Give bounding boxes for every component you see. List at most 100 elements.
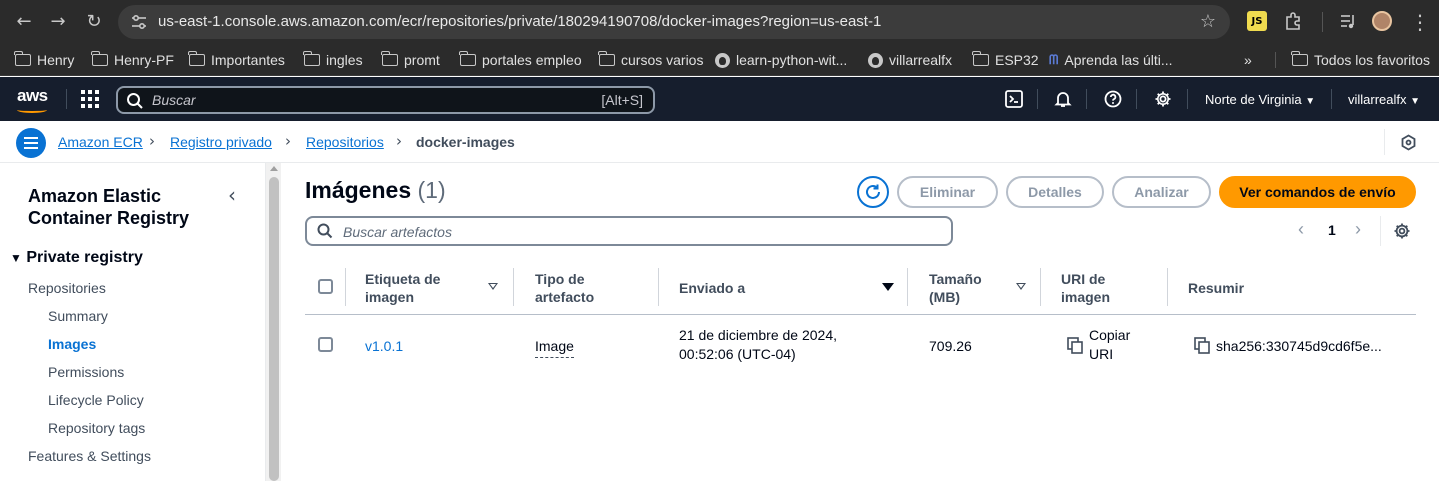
services-grid-icon[interactable] bbox=[81, 90, 99, 108]
refresh-button[interactable] bbox=[857, 176, 889, 208]
reload-icon[interactable]: ↻ bbox=[80, 8, 108, 36]
page-number[interactable]: 1 bbox=[1328, 222, 1336, 238]
bookmark-item[interactable]: villarrealfx bbox=[868, 51, 952, 69]
row-select-checkbox[interactable] bbox=[318, 337, 333, 352]
sort-caret-icon[interactable] bbox=[488, 283, 498, 290]
side-navigation: Amazon Elastic Container Registry ‹ ▼ Pr… bbox=[0, 163, 265, 481]
bookmark-item[interactable]: cursos varios bbox=[598, 51, 703, 69]
forward-icon[interactable]: → bbox=[44, 8, 72, 36]
folder-icon bbox=[381, 51, 398, 66]
column-header-image-tag[interactable]: Etiqueta de imagen bbox=[365, 270, 440, 306]
bookmark-star-icon[interactable]: ☆ bbox=[1200, 11, 1216, 32]
sidebar-title[interactable]: Amazon Elastic Container Registry bbox=[28, 185, 189, 229]
sidebar-item-summary[interactable]: Summary bbox=[48, 308, 108, 324]
sidebar-item-lifecycle-policy[interactable]: Lifecycle Policy bbox=[48, 392, 144, 408]
bookmark-item[interactable]: Henry bbox=[14, 51, 75, 69]
menu-hamburger-icon[interactable] bbox=[16, 128, 46, 158]
header-text: Etiqueta de bbox=[365, 271, 441, 287]
previous-page-icon[interactable]: ‹ bbox=[1298, 219, 1304, 240]
bookmark-label: Henry bbox=[37, 52, 75, 68]
bookmark-item[interactable]: learn-python-wit... bbox=[715, 51, 847, 69]
site-settings-icon[interactable] bbox=[130, 13, 148, 31]
search-placeholder: Buscar bbox=[152, 92, 196, 108]
sort-descending-icon[interactable] bbox=[882, 283, 894, 291]
artifact-type-value[interactable]: Image bbox=[535, 337, 574, 358]
back-icon[interactable]: ← bbox=[10, 8, 38, 36]
github-icon bbox=[868, 52, 883, 68]
image-tag-link[interactable]: v1.0.1 bbox=[365, 337, 403, 356]
select-all-checkbox[interactable] bbox=[318, 279, 333, 294]
js-extension-icon[interactable]: JS bbox=[1247, 11, 1267, 31]
folder-icon bbox=[1291, 51, 1308, 66]
scan-button[interactable]: Analizar bbox=[1112, 176, 1211, 208]
media-icon[interactable] bbox=[1338, 11, 1358, 31]
console-search-input[interactable]: Buscar [Alt+S] bbox=[116, 86, 655, 114]
image-count: (1) bbox=[417, 177, 446, 203]
delete-button[interactable]: Eliminar bbox=[897, 176, 998, 208]
column-header-size[interactable]: Tamaño (MB) bbox=[929, 270, 982, 306]
table-preferences-gear-icon[interactable] bbox=[1393, 222, 1411, 240]
sidebar-item-repository-tags[interactable]: Repository tags bbox=[48, 420, 145, 436]
sidebar-item-features-settings[interactable]: Features & Settings bbox=[28, 448, 151, 464]
bookmark-item[interactable]: ᗰ Aprenda las últi... bbox=[1049, 51, 1173, 69]
header-text: Tamaño bbox=[929, 271, 982, 287]
breadcrumb-amazon-ecr[interactable]: Amazon ECR bbox=[58, 134, 143, 150]
caret-down-icon: ▼ bbox=[10, 251, 22, 265]
settings-gear-icon[interactable] bbox=[1154, 90, 1172, 108]
view-push-commands-button[interactable]: Ver comandos de envío bbox=[1219, 176, 1416, 208]
sidebar-section-private-registry[interactable]: ▼ Private registry bbox=[10, 249, 143, 267]
extensions-puzzle-icon[interactable] bbox=[1283, 11, 1303, 31]
cloudshell-icon[interactable] bbox=[1005, 90, 1023, 108]
chevron-right-icon: › bbox=[285, 132, 291, 150]
sidebar-scrollbar[interactable] bbox=[265, 163, 281, 481]
size-value: 709.26 bbox=[929, 338, 972, 354]
copy-uri-line: URI bbox=[1089, 346, 1114, 362]
account-menu[interactable]: villarrealfx ▼ bbox=[1348, 92, 1420, 107]
sidebar-item-images[interactable]: Images bbox=[48, 336, 96, 352]
search-icon bbox=[317, 223, 333, 239]
details-button[interactable]: Detalles bbox=[1006, 176, 1104, 208]
bookmark-item[interactable]: ESP32 bbox=[972, 51, 1039, 69]
folder-icon bbox=[972, 51, 989, 66]
bookmarks-overflow-button[interactable]: » bbox=[1244, 51, 1252, 69]
profile-avatar[interactable] bbox=[1372, 11, 1392, 31]
folder-icon bbox=[598, 51, 615, 66]
header-divider bbox=[1086, 89, 1087, 109]
collapse-sidebar-icon[interactable]: ‹ bbox=[228, 183, 236, 207]
help-icon[interactable] bbox=[1104, 90, 1122, 108]
breadcrumb-repositories[interactable]: Repositorios bbox=[306, 134, 384, 150]
scroll-up-arrow-icon[interactable] bbox=[270, 166, 278, 171]
bookmark-item[interactable]: portales empleo bbox=[459, 51, 582, 69]
column-header-artifact-type[interactable]: Tipo de artefacto bbox=[535, 270, 594, 306]
all-bookmarks-folder[interactable]: Todos los favoritos bbox=[1291, 51, 1430, 69]
header-text: URI de bbox=[1061, 271, 1106, 287]
bookmark-item[interactable]: promt bbox=[381, 51, 440, 69]
caret-down-icon: ▼ bbox=[1305, 96, 1316, 107]
url-text[interactable]: us-east-1.console.aws.amazon.com/ecr/rep… bbox=[158, 13, 881, 30]
sidebar-item-repositories[interactable]: Repositories bbox=[28, 280, 106, 296]
page-title: Imágenes (1) bbox=[305, 177, 446, 204]
scrollbar-thumb[interactable] bbox=[269, 177, 279, 481]
address-bar[interactable]: us-east-1.console.aws.amazon.com/ecr/rep… bbox=[118, 5, 1230, 39]
bookmarks-bar: Henry Henry-PF Importantes ingles promt … bbox=[0, 44, 1439, 76]
bookmark-item[interactable]: Henry-PF bbox=[91, 51, 174, 69]
notifications-bell-icon[interactable] bbox=[1054, 90, 1072, 108]
region-selector[interactable]: Norte de Virginia ▼ bbox=[1205, 92, 1315, 107]
hexagon-settings-icon[interactable] bbox=[1400, 134, 1417, 151]
bookmark-item[interactable]: ingles bbox=[303, 51, 363, 69]
sidebar-title-line: Container Registry bbox=[28, 208, 190, 228]
sidebar-item-permissions[interactable]: Permissions bbox=[48, 364, 124, 380]
column-header-image-uri[interactable]: URI de imagen bbox=[1061, 270, 1110, 306]
column-header-pushed-at[interactable]: Enviado a bbox=[679, 279, 745, 297]
filter-artifacts-input[interactable]: Buscar artefactos bbox=[305, 216, 953, 246]
breadcrumb-current: docker-images bbox=[416, 134, 515, 150]
column-header-digest[interactable]: Resumir bbox=[1188, 279, 1244, 297]
bookmark-item[interactable]: Importantes bbox=[188, 51, 285, 69]
next-page-icon[interactable]: › bbox=[1355, 219, 1361, 240]
sort-caret-icon[interactable] bbox=[1016, 283, 1026, 290]
bookmark-label: Todos los favoritos bbox=[1314, 52, 1430, 68]
chrome-menu-icon[interactable]: ⋮ bbox=[1406, 8, 1434, 36]
aws-logo[interactable]: aws bbox=[17, 86, 48, 106]
header-text: Tipo de bbox=[535, 271, 585, 287]
breadcrumb-private-registry[interactable]: Registro privado bbox=[170, 134, 272, 150]
